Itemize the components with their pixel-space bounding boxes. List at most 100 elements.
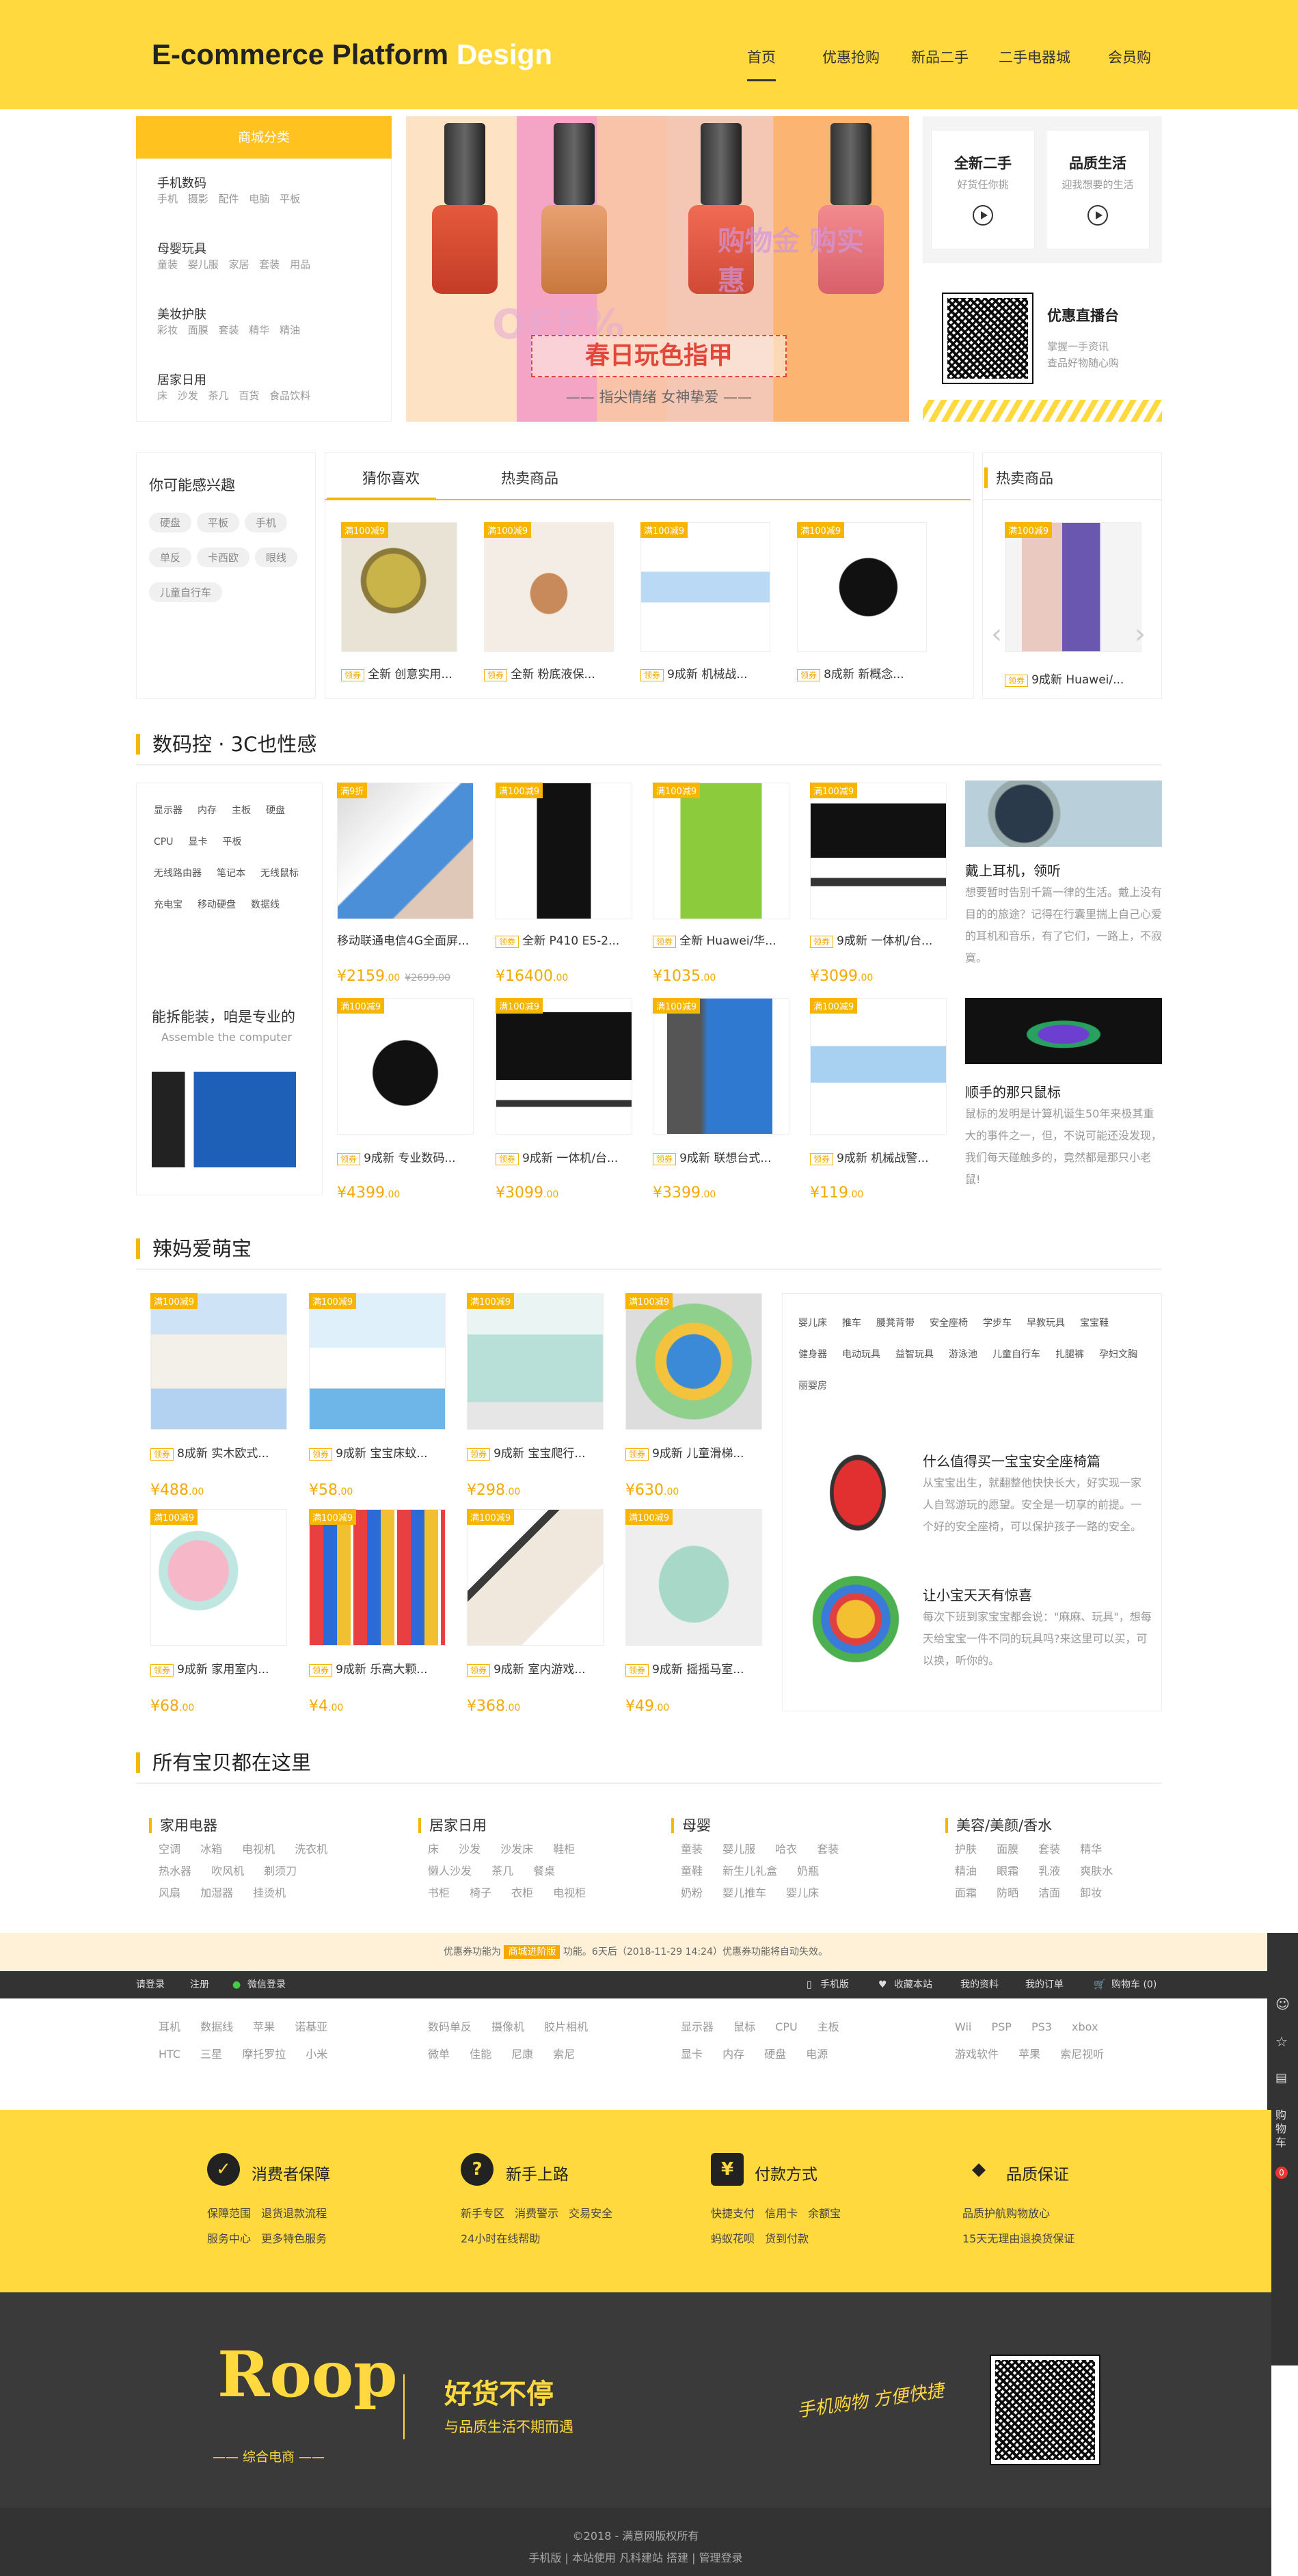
goods-column-row[interactable]: 游戏软件 苹果 索尼视听 [955,2041,1104,2068]
product-title[interactable]: 9成新 家用室内... [177,1663,269,1677]
product-image[interactable] [625,1293,762,1430]
interest-tag[interactable]: 眼线 [255,547,298,567]
product-image[interactable] [496,998,632,1135]
category-subs[interactable]: 童装 婴儿服 家居 套装 用品 [157,257,310,271]
digital-tag[interactable]: CPU [154,837,173,848]
product-title[interactable]: 全新 粉底液保... [511,668,595,681]
product-image[interactable] [625,1509,762,1646]
goods-column-head[interactable]: 居家日用 [418,1818,664,1833]
goods-column-row[interactable]: 显卡 内存 硬盘 电源 [681,2041,828,2068]
product-image[interactable] [467,1509,604,1646]
product-image[interactable] [640,522,770,652]
digital-tag[interactable]: 硬盘 [266,803,285,817]
product-image[interactable] [810,998,947,1135]
product-title[interactable]: 9成新 宝宝爬行... [493,1447,585,1461]
digital-tag[interactable]: 无线路由器 [154,866,202,880]
product-name[interactable]: 领券 全新 粉底液保... [484,664,617,681]
product-title[interactable]: 9成新 一体机/台... [522,1152,618,1165]
product-name[interactable]: 领券 全新 P410 E5-2... [496,931,636,948]
product-image[interactable] [341,522,457,652]
goods-column-row[interactable]: HTC 三星 摩托罗拉 小米 [159,2041,327,2068]
digital-tag[interactable]: 显卡 [188,835,207,848]
product-image[interactable] [150,1293,287,1430]
chevron-right-icon[interactable]: › [1135,619,1146,650]
product-name[interactable]: 领券 9成新 宝宝爬行... [467,1443,607,1461]
product-image[interactable] [797,522,927,652]
product-image[interactable] [150,1509,287,1646]
copyright-links[interactable]: 手机版 | 本站使用 凡科建站 搭建 | 管理登录 [0,2549,1271,2565]
product-title[interactable]: 8成新 新概念... [824,668,904,681]
product-title[interactable]: 9成新 一体机/台... [837,934,932,948]
tab-hot[interactable]: 热卖商品 [501,467,558,488]
category-name[interactable]: 居家日用 [157,370,310,388]
digital-tag[interactable]: 充电宝 [154,897,182,911]
product-image[interactable] [337,783,474,919]
digital-tag[interactable]: 内存 [198,803,217,817]
category-item[interactable]: 居家日用床 沙发 茶几 百货 食品饮料 [157,370,310,403]
orders-link[interactable]: 我的订单 [1025,1971,1064,1998]
nav-appliances[interactable]: 二手电器城 [999,46,1070,67]
product-image[interactable] [496,783,632,919]
product-name[interactable]: 领券 全新 创意实用... [341,664,474,681]
goods-column-row[interactable]: 风扇 加湿器 挂烫机 [149,1880,395,1907]
goods-column-row[interactable]: 微单 佳能 尼康 索尼 [428,2041,575,2068]
play-icon[interactable] [973,205,993,226]
product-name[interactable]: 领券 9成新 机械战... [640,664,774,681]
digital-tag[interactable]: 数据线 [251,897,280,911]
baby-tag[interactable]: 扎腿裤 [1055,1347,1084,1361]
product-title[interactable]: 9成新 摇摇马室... [652,1663,744,1677]
mobile-link[interactable]: 手机版 [820,1971,849,1998]
mouse-image[interactable] [965,998,1162,1064]
category-item[interactable]: 手机数码 手机 摄影 配件 电脑 平板 [157,174,300,206]
product-image[interactable] [337,998,474,1135]
article-title[interactable]: 让小宝天天有惊喜 [923,1584,1032,1604]
service-title[interactable]: 付款方式 [755,2161,817,2184]
product-name[interactable]: 领券 9成新 家用室内... [150,1659,290,1677]
category-item[interactable]: 母婴玩具 童装 婴儿服 家居 套装 用品 [157,239,310,271]
goods-column-head[interactable]: 家用电器 [149,1818,395,1833]
interest-tag[interactable]: 单反 [149,547,192,567]
digital-tag[interactable]: 平板 [222,835,241,848]
digital-tag[interactable]: 无线鼠标 [260,866,299,880]
product-title[interactable]: 9成新 专业数码... [364,1152,455,1165]
product-image[interactable] [810,783,947,919]
article-title[interactable]: 什么值得买一宝宝安全座椅篇 [923,1450,1100,1470]
goods-column-row[interactable]: Wii PSP PS3 xbox [955,2014,1098,2041]
product-name[interactable]: 领券 9成新 专业数码... [337,1148,477,1165]
baby-tag[interactable]: 电动玩具 [842,1347,880,1361]
service-links[interactable]: 蚂蚁花呗 货到付款 [711,2226,809,2251]
product-name[interactable]: 领券 9成新 联想台式... [653,1148,793,1165]
article-title[interactable]: 戴上耳机，领听 [965,860,1061,880]
product-title[interactable]: 9成新 室内游戏... [493,1663,585,1677]
product-image[interactable] [484,522,614,652]
goods-column-row[interactable]: 奶粉 婴儿推车 婴儿床 [671,1880,917,1907]
product-title[interactable]: 全新 创意实用... [368,668,452,681]
baby-tag[interactable]: 婴儿床 [798,1316,827,1329]
product-title[interactable]: 移动联通电信4G全面屏... [337,934,469,948]
service-title[interactable]: 品质保证 [1006,2161,1069,2184]
nav-member[interactable]: 会员购 [1108,46,1151,67]
chevron-left-icon[interactable]: ‹ [991,619,1002,650]
product-name[interactable]: 领券 9成新 儿童滑梯... [625,1443,766,1461]
service-links[interactable]: 服务中心 更多特色服务 [207,2226,327,2251]
service-links[interactable]: 新手专区 消费警示 交易安全 [461,2201,612,2226]
star-icon[interactable]: ☆ [1275,2033,1288,2050]
promo-card-new-used[interactable]: 全新二手 好货任你挑 [931,130,1035,249]
product-image[interactable] [1005,522,1141,652]
interest-tag[interactable]: 卡西欧 [197,547,250,567]
service-links[interactable]: 品质护航购物放心 [962,2201,1050,2226]
wechat-login-link[interactable]: 微信登录 [247,1971,286,1998]
product-title[interactable]: 9成新 宝宝床蚊... [336,1447,427,1461]
digital-tag[interactable]: 主板 [232,803,251,817]
category-name[interactable]: 母婴玩具 [157,239,310,257]
product-name[interactable]: 领券 9成新 一体机/台... [496,1148,636,1165]
product-title[interactable]: 全新 Huawei/华... [679,934,776,948]
nav-home[interactable]: 首页 [747,46,776,81]
baby-tag[interactable]: 丽婴房 [798,1379,827,1392]
notice-tag[interactable]: 商城进阶版 [504,1945,560,1959]
baby-tag[interactable]: 健身器 [798,1347,827,1361]
service-links[interactable]: 保障范围 退货退款流程 [207,2201,327,2226]
baby-tag[interactable]: 安全座椅 [930,1316,968,1329]
play-icon[interactable] [1087,205,1108,226]
product-name[interactable]: 领券 9成新 乐高大颗... [309,1659,449,1677]
